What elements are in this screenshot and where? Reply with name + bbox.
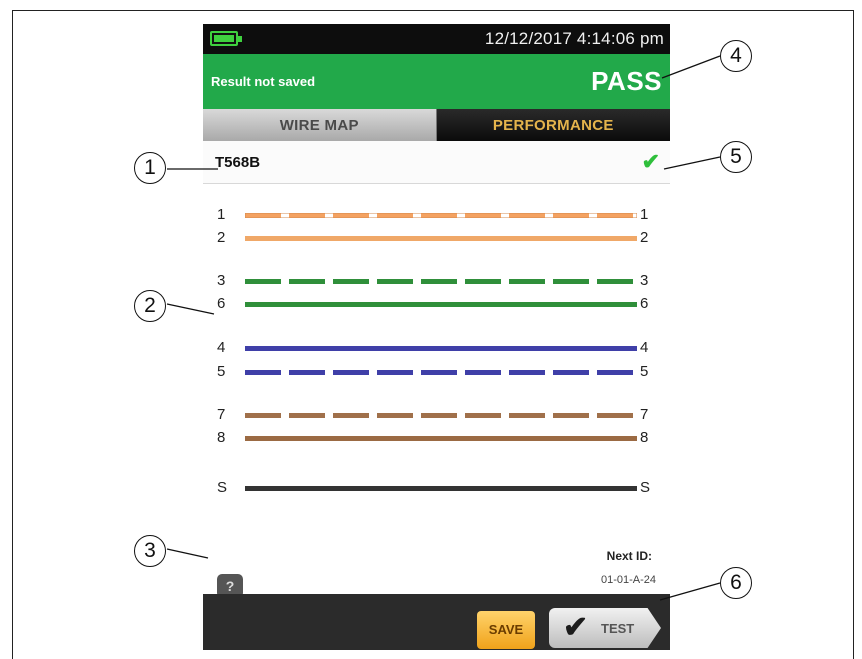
- callout-2: 2: [134, 290, 166, 322]
- tab-performance[interactable]: PERFORMANCE: [436, 109, 670, 141]
- wire-4: [245, 346, 637, 351]
- battery-icon: [210, 31, 242, 46]
- test-button-label: TEST: [601, 621, 635, 636]
- pin-left: 4: [217, 339, 226, 356]
- save-button[interactable]: SAVE: [477, 611, 535, 649]
- tab-wire-map[interactable]: WIRE MAP: [203, 109, 437, 141]
- pin-left: S: [217, 479, 228, 496]
- callout-4: 4: [720, 40, 752, 72]
- bottom-bar: SAVE ✔ TEST: [203, 594, 670, 650]
- pin-right: 7: [640, 406, 649, 423]
- wire-1: [245, 213, 637, 218]
- standard-row: T568B ✔: [203, 141, 670, 184]
- callout-5: 5: [720, 141, 752, 173]
- callout-1: 1: [134, 152, 166, 184]
- callout-6: 6: [720, 567, 752, 599]
- pin-right: 1: [640, 206, 649, 223]
- pin-right: 6: [640, 295, 649, 312]
- pin-left: 6: [217, 295, 226, 312]
- pin-right: 3: [640, 272, 649, 289]
- test-button[interactable]: ✔ TEST: [549, 608, 661, 648]
- pin-left: 8: [217, 429, 226, 446]
- pin-left: 2: [217, 229, 226, 246]
- pin-left: 7: [217, 406, 226, 423]
- wiring-standard: T568B: [215, 154, 261, 171]
- check-icon: ✔: [641, 149, 660, 174]
- pin-right: 5: [640, 363, 649, 380]
- pin-left: 3: [217, 272, 226, 289]
- pin-right: S: [640, 479, 651, 496]
- result-bar: Result not saved PASS: [203, 54, 670, 109]
- pin-left: 1: [217, 206, 226, 223]
- check-icon: ✔: [563, 611, 589, 644]
- wire-2: [245, 236, 637, 241]
- date-time: 12/12/2017 4:14:06 pm: [484, 29, 664, 48]
- next-id-label: Next ID:: [606, 549, 652, 563]
- wire-5: [245, 370, 637, 375]
- wire-7: [245, 413, 637, 418]
- wire-shield: [245, 486, 637, 491]
- wire-map-panel: T568B ✔ 1 1 2 2 3 3 6 6 4 4 5 5 7 7 8 8 …: [203, 141, 670, 598]
- pin-right: 4: [640, 339, 649, 356]
- wire-3: [245, 279, 637, 284]
- wire-6: [245, 302, 637, 307]
- tester-screen: 12/12/2017 4:14:06 pm Result not saved P…: [203, 24, 670, 650]
- pin-left: 5: [217, 363, 226, 380]
- tab-bar: WIRE MAP PERFORMANCE: [203, 109, 670, 141]
- next-id-value: 01-01-A-24: [600, 574, 656, 586]
- pin-right: 8: [640, 429, 649, 446]
- save-status: Result not saved: [211, 74, 316, 89]
- pin-right: 2: [640, 229, 649, 246]
- wire-8: [245, 436, 637, 441]
- callout-3: 3: [134, 535, 166, 567]
- test-result: PASS: [591, 66, 662, 96]
- status-bar: 12/12/2017 4:14:06 pm: [203, 24, 670, 54]
